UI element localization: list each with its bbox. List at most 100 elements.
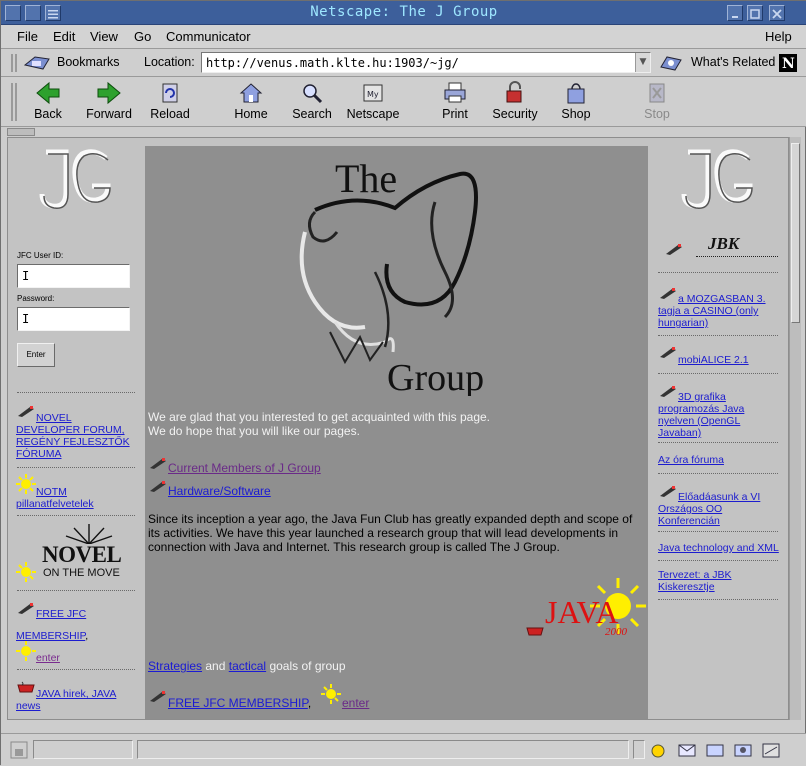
maximize-button[interactable] [747, 5, 763, 21]
tactical-link[interactable]: tactical [229, 659, 266, 673]
pen-nib-icon [150, 691, 166, 702]
jg-logo-image [681, 149, 753, 209]
security-lock-icon[interactable] [9, 740, 29, 760]
divider [658, 531, 778, 532]
divider [17, 590, 135, 591]
search-icon [303, 84, 323, 104]
my-netscape-icon: My [363, 84, 383, 102]
eloadas-link[interactable]: Előadáasunk a VI Országos OO Konferenciá… [658, 491, 778, 527]
bookmarks-label[interactable]: Bookmarks [57, 55, 120, 69]
lock-icon [506, 81, 522, 103]
description-paragraph: Since its inception a year ago, the Java… [148, 512, 633, 554]
enter-membership-link[interactable]: enter [342, 696, 369, 710]
free-jfc-membership-link[interactable]: FREE JFC MEMBERSHIP [168, 696, 308, 710]
home-button[interactable]: Home [220, 79, 282, 125]
close-icon [772, 9, 782, 19]
stop-button[interactable]: Stop [626, 79, 688, 125]
menu-communicator[interactable]: Communicator [166, 29, 251, 44]
novel-logo-text[interactable]: NOVEL [42, 542, 122, 568]
vertical-scrollbar[interactable] [789, 137, 801, 720]
ora-foruma-link[interactable]: Az óra fóruma [658, 454, 724, 466]
navigator-icon [651, 744, 665, 758]
back-arrow-icon [36, 81, 60, 105]
pen-nib-icon [660, 347, 676, 358]
forward-button[interactable]: Forward [78, 79, 140, 125]
page-content: JFC User ID: I Password: I Enter NOVEL D… [7, 137, 789, 720]
enter-button[interactable]: Enter [17, 343, 55, 367]
password-input[interactable]: I [17, 307, 130, 331]
divider [658, 560, 778, 561]
search-button[interactable]: Search [281, 79, 343, 125]
jbk-logo-underline [696, 256, 778, 258]
minimize-button[interactable] [727, 5, 743, 21]
java-hirek-link[interactable]: JAVA hirek, JAVA news [16, 688, 134, 712]
strategies-link[interactable]: Strategies [148, 659, 202, 673]
divider [658, 272, 778, 273]
menu-help[interactable]: Help [765, 29, 792, 44]
security-button[interactable]: Security [484, 79, 546, 125]
main-panel: The Group We are glad that you intereste… [145, 146, 648, 719]
home-icon [239, 83, 263, 103]
sun-icon [16, 641, 36, 661]
current-members-link[interactable]: Current Members of J Group [168, 461, 321, 475]
java-technology-link[interactable]: Java technology and XML [658, 542, 782, 554]
java-cup-icon [526, 627, 544, 636]
logo-group-text: Group [387, 357, 484, 396]
tervezet-link[interactable]: Tervezet: a JBK Kiskeresztje [658, 569, 778, 593]
window-title: Netscape: The J Group [310, 4, 498, 20]
whats-related-label[interactable]: What's Related [691, 55, 775, 69]
pen-nib-icon [18, 603, 34, 614]
divider [17, 392, 135, 393]
novel-logo-subtext[interactable]: ON THE MOVE [43, 567, 120, 579]
3d-grafika-link[interactable]: 3D grafika programozás Java nyelven (Ope… [658, 391, 778, 439]
component-bar-icons [651, 743, 780, 758]
mobialice-link[interactable]: mobiALICE 2.1 [678, 354, 749, 366]
notm-link[interactable]: NOTM pillanatfelvetelek [16, 486, 134, 510]
url-dropdown-button[interactable]: ▼ [635, 53, 650, 72]
free-membership-line: FREE JFC MEMBERSHIP, [168, 696, 312, 710]
divider [658, 335, 778, 336]
userid-label: JFC User ID: [17, 251, 64, 260]
intro-text: We are glad that you interested to get a… [148, 410, 490, 438]
novel-forum-link[interactable]: NOVEL DEVELOPER FORUM, REGÉNY FEJLESZTŐK… [16, 412, 134, 460]
url-field[interactable]: http://venus.math.klte.hu:1903/~jg/ [201, 52, 651, 73]
title-bar: Netscape: The J Group [1, 1, 806, 25]
reload-button[interactable]: Reload [139, 79, 201, 125]
divider [658, 599, 778, 600]
forward-arrow-icon [97, 81, 121, 105]
free-jfc-link[interactable]: FREE JFC [36, 608, 86, 620]
location-label: Location: [144, 55, 195, 69]
hardware-software-link[interactable]: Hardware/Software [168, 484, 271, 498]
jbk-logo-text[interactable]: JBK [708, 234, 739, 254]
text-cursor-icon: I [22, 269, 30, 283]
userid-input[interactable]: I [17, 264, 130, 288]
shop-button[interactable]: Shop [545, 79, 607, 125]
mail-icon [678, 744, 696, 757]
status-bar [1, 733, 806, 766]
divider [17, 467, 135, 468]
enter-link[interactable]: enter [36, 652, 60, 664]
scrollbar-thumb[interactable] [791, 143, 800, 323]
location-bar: Bookmarks Location: http://venus.math.kl… [1, 49, 806, 77]
mozgasban-link[interactable]: a MOZGASBAN 3. tagja a CASINO (only hung… [658, 293, 778, 329]
toolbar-grip-icon[interactable] [9, 52, 19, 74]
navigation-toolbar: Back Forward Reload Home Search My Netsc… [1, 77, 806, 127]
whats-related-icon[interactable] [657, 53, 687, 73]
pen-nib-icon [666, 244, 682, 255]
shop-bag-icon [567, 83, 585, 104]
netscape-button[interactable]: My Netscape [342, 79, 404, 125]
toolbar-collapse-grip[interactable] [7, 128, 35, 136]
java-year-text: 2000 [605, 626, 627, 638]
bookmarks-icon[interactable] [23, 53, 53, 73]
menu-go[interactable]: Go [134, 29, 151, 44]
close-button[interactable] [769, 5, 785, 21]
netscape-logo-icon[interactable]: N [779, 54, 797, 72]
back-button[interactable]: Back [17, 79, 79, 125]
print-button[interactable]: Print [424, 79, 486, 125]
j-group-logo-image: The Group [299, 156, 484, 396]
menu-view[interactable]: View [90, 29, 118, 44]
menu-edit[interactable]: Edit [53, 29, 75, 44]
strategies-line: Strategies and tactical goals of group [148, 659, 346, 673]
divider [658, 373, 778, 374]
menu-file[interactable]: File [17, 29, 38, 44]
